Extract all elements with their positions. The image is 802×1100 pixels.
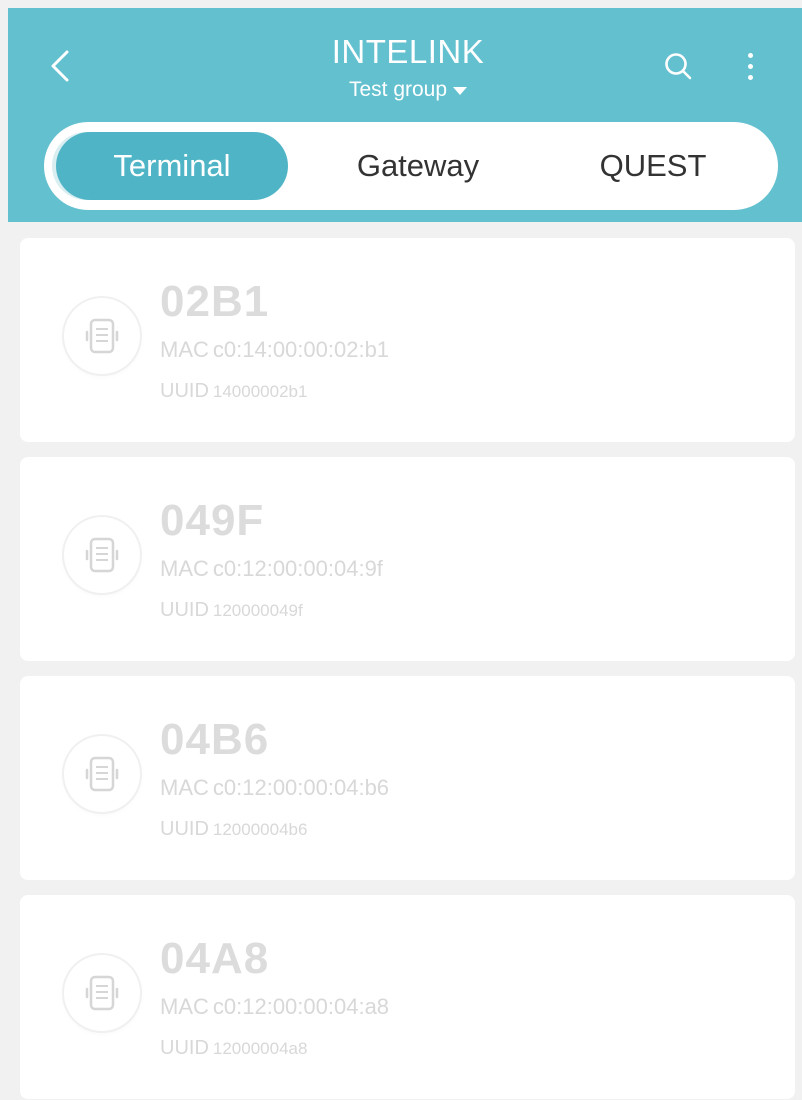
device-card[interactable]: 04A8 MAC c0:12:00:00:04:a8 UUID 12000004a8 (20, 895, 795, 1099)
device-info: 049F MAC c0:12:00:00:04:9f UUID 120000049f (160, 495, 383, 624)
device-card[interactable]: 049F MAC c0:12:00:00:04:9f UUID 120000049f (20, 457, 795, 661)
device-card[interactable]: 04B6 MAC c0:12:00:00:04:b6 UUID 12000004b6 (20, 676, 795, 880)
more-button[interactable] (732, 38, 768, 94)
app-screen: INTELINK Test group Terminal Gateway QUE… (0, 0, 802, 1100)
uuid-value: 14000002b1 (212, 382, 308, 401)
terminal-device-icon (85, 756, 119, 792)
mac-label: MAC (160, 775, 209, 800)
back-button[interactable] (38, 38, 82, 94)
device-avatar (64, 298, 140, 374)
device-name: 02B1 (160, 277, 270, 326)
device-list: 02B1 MAC c0:14:00:00:02:b1 UUID 14000002b1… (20, 238, 795, 1100)
title-block: INTELINK Test group (208, 32, 608, 104)
mac-value: c0:12:00:00:04:9f (212, 556, 383, 581)
device-name: 04A8 (160, 934, 270, 983)
uuid-value: 120000049f (212, 601, 303, 620)
mac-label: MAC (160, 994, 209, 1019)
device-name: 04B6 (160, 715, 270, 764)
search-button[interactable] (656, 42, 700, 90)
uuid-value: 12000004b6 (212, 820, 308, 839)
group-label: Test group (348, 78, 448, 101)
device-mac: MAC c0:14:00:00:02:b1 (160, 336, 389, 364)
device-mac: MAC c0:12:00:00:04:9f (160, 555, 383, 583)
device-avatar (64, 736, 140, 812)
group-selector[interactable]: Test group (348, 76, 468, 104)
device-uuid: UUID 12000004a8 (160, 1035, 389, 1062)
mac-value: c0:12:00:00:04:b6 (212, 775, 390, 800)
segment-tabs: Terminal Gateway QUEST (44, 122, 778, 210)
device-name: 049F (160, 496, 265, 545)
mac-value: c0:12:00:00:04:a8 (212, 994, 390, 1019)
mac-value: c0:14:00:00:02:b1 (212, 337, 390, 362)
device-info: 04A8 MAC c0:12:00:00:04:a8 UUID 12000004a8 (160, 933, 389, 1062)
more-vertical-icon-dot (747, 63, 753, 69)
uuid-value: 12000004a8 (212, 1039, 308, 1058)
tab-quest[interactable]: QUEST (538, 132, 768, 200)
uuid-label: UUID (160, 599, 209, 621)
tab-terminal[interactable]: Terminal (56, 132, 288, 200)
terminal-device-icon (85, 975, 119, 1011)
terminal-device-icon (85, 537, 119, 573)
mac-label: MAC (160, 556, 209, 581)
device-avatar (64, 517, 140, 593)
search-icon (665, 53, 692, 80)
device-mac: MAC c0:12:00:00:04:a8 (160, 993, 389, 1021)
device-info: 04B6 MAC c0:12:00:00:04:b6 UUID 12000004b6 (160, 714, 389, 843)
device-info: 02B1 MAC c0:14:00:00:02:b1 UUID 14000002b1 (160, 276, 389, 405)
uuid-label: UUID (160, 818, 209, 840)
device-card[interactable]: 02B1 MAC c0:14:00:00:02:b1 UUID 14000002b1 (20, 238, 795, 442)
tab-gateway[interactable]: Gateway (298, 132, 538, 200)
uuid-label: UUID (160, 1037, 209, 1059)
caret-down-icon (453, 87, 468, 95)
app-title: INTELINK (331, 33, 485, 70)
device-avatar (64, 955, 140, 1031)
more-vertical-icon-dot (747, 74, 753, 80)
device-uuid: UUID 12000004b6 (160, 816, 389, 843)
app-header: INTELINK Test group Terminal Gateway QUE… (8, 8, 802, 222)
device-uuid: UUID 14000002b1 (160, 378, 389, 405)
device-mac: MAC c0:12:00:00:04:b6 (160, 774, 389, 802)
terminal-device-icon (85, 318, 119, 354)
device-uuid: UUID 120000049f (160, 597, 383, 624)
mac-label: MAC (160, 337, 209, 362)
chevron-left-icon (51, 50, 69, 82)
uuid-label: UUID (160, 380, 209, 402)
more-vertical-icon (747, 52, 753, 58)
